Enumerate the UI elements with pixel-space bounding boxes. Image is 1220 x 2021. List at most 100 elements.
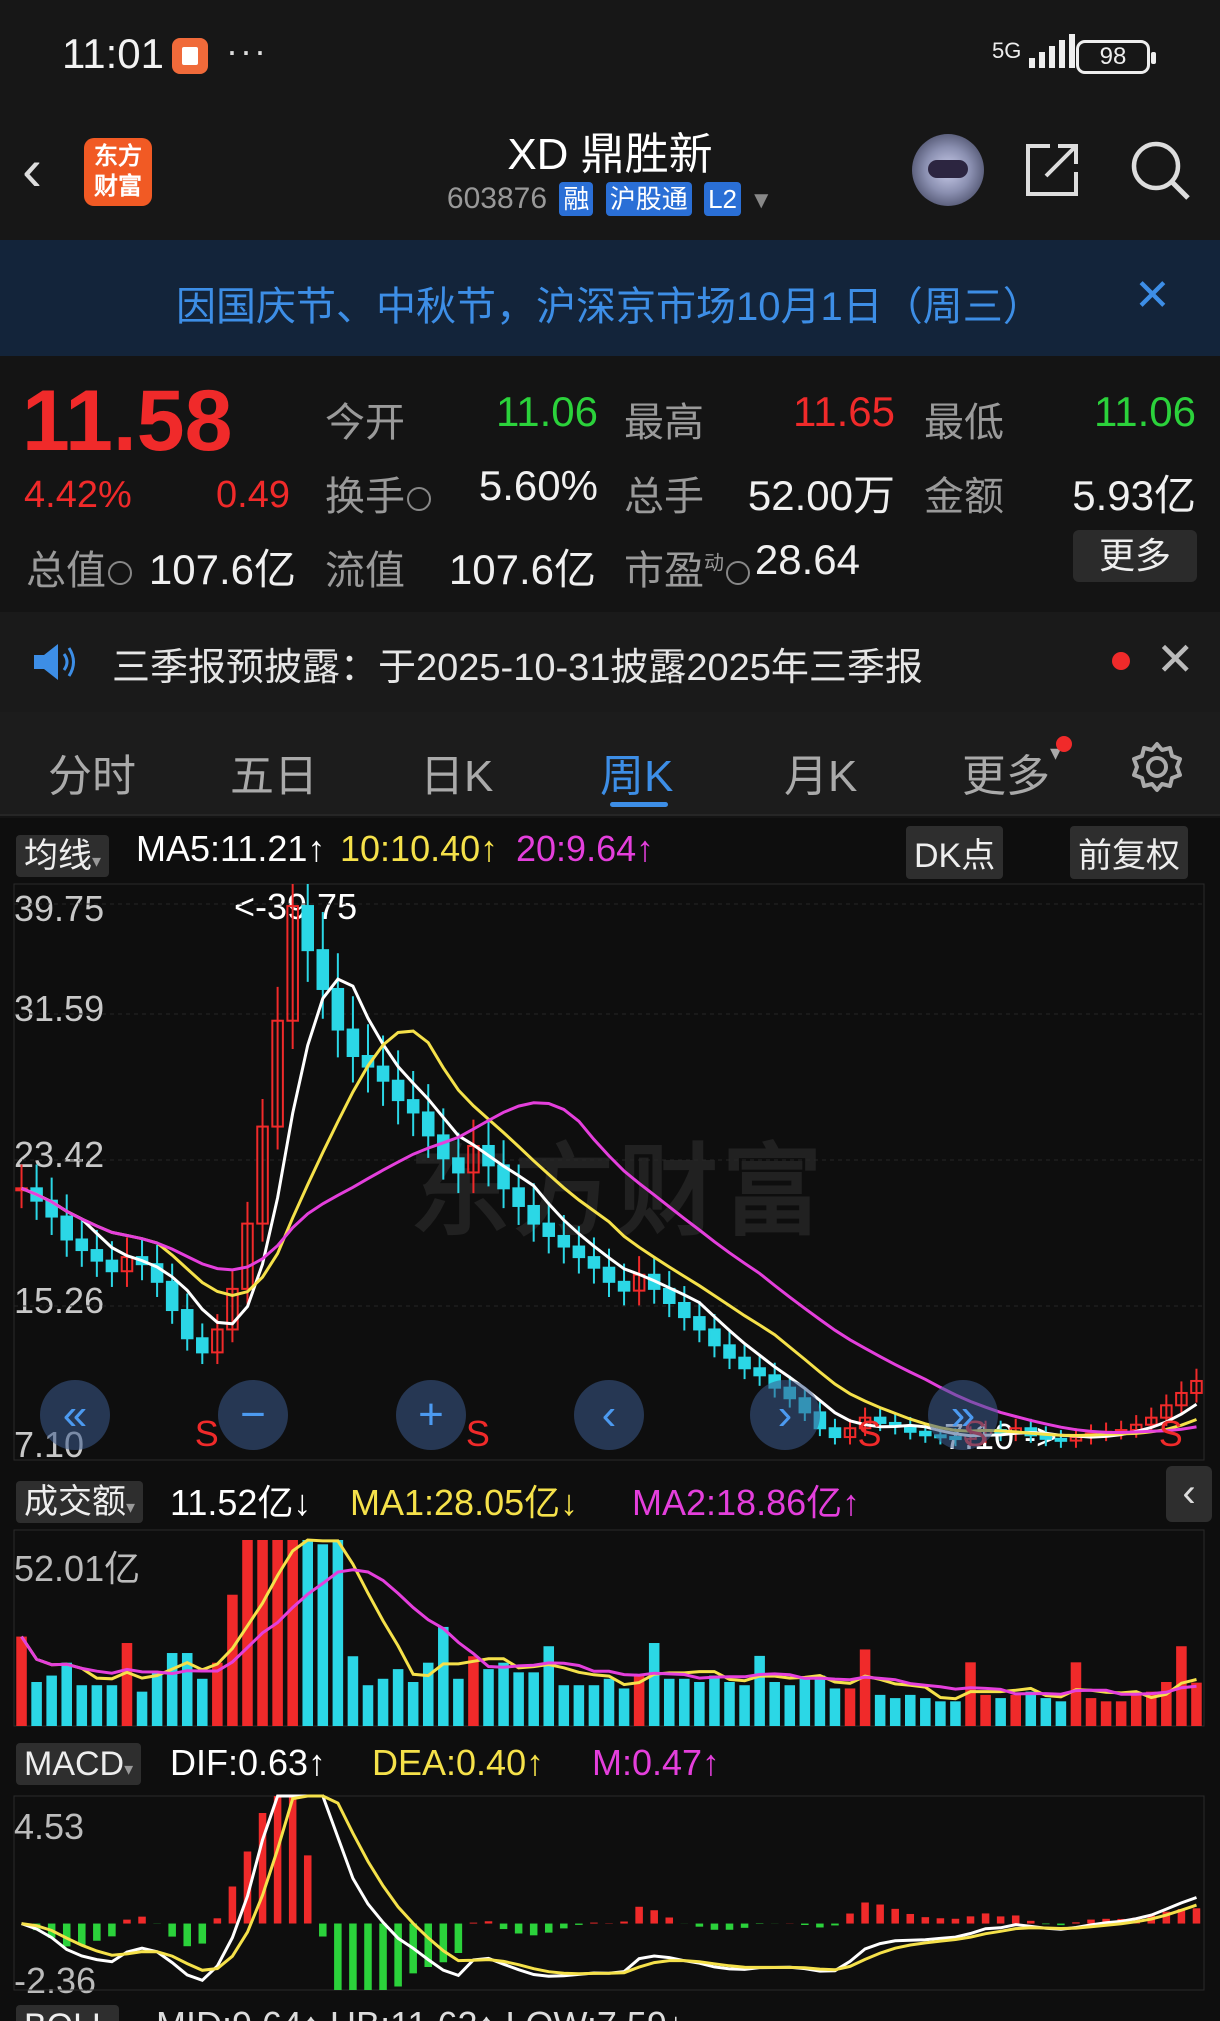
scroll-right-icon[interactable]: › <box>750 1380 820 1450</box>
volume-bar <box>799 1678 811 1726</box>
macd-dif-line <box>20 1794 1198 1983</box>
volume-bar <box>1161 1682 1172 1726</box>
volume-bar <box>61 1662 72 1726</box>
volume-bar <box>1025 1691 1037 1726</box>
candle-body <box>557 1234 571 1248</box>
candle-body <box>406 1099 420 1114</box>
candle-body <box>602 1266 616 1283</box>
volume-bar <box>935 1701 946 1726</box>
volume-bar <box>528 1672 539 1726</box>
volume-bar <box>513 1672 524 1726</box>
volume-bar <box>558 1685 570 1726</box>
candle-body <box>180 1309 194 1340</box>
volume-bar <box>1191 1682 1202 1726</box>
volume-bar <box>392 1669 404 1726</box>
candle-body <box>723 1344 736 1359</box>
volume-bar <box>618 1688 630 1726</box>
volume-bar <box>31 1682 42 1726</box>
zoom-in-icon[interactable]: + <box>396 1380 466 1450</box>
volume-bar <box>874 1694 886 1726</box>
candle-body <box>346 1028 360 1058</box>
ma5-line <box>20 977 1198 1439</box>
candle-body <box>919 1430 932 1437</box>
volume-bar <box>106 1685 118 1726</box>
volume-bar <box>543 1646 555 1726</box>
volume-bar <box>76 1685 88 1726</box>
volume-bar <box>166 1653 178 1726</box>
candle-body <box>572 1245 586 1259</box>
volume-bar <box>980 1694 991 1726</box>
volume-bar <box>287 1540 298 1726</box>
volume-bar <box>739 1685 750 1726</box>
volume-bar <box>468 1656 479 1726</box>
volume-bar <box>1040 1698 1052 1726</box>
volume-bar <box>377 1678 389 1726</box>
candle-body <box>196 1337 209 1354</box>
sell-signal: S <box>195 1413 219 1454</box>
candle-body <box>587 1256 601 1269</box>
volume-bar <box>197 1678 208 1726</box>
volume-bar <box>332 1540 344 1726</box>
volume-bar <box>573 1685 585 1726</box>
candle-body <box>753 1367 766 1377</box>
candle-body <box>903 1425 917 1433</box>
candle-body <box>165 1280 179 1312</box>
candle-body <box>316 949 330 990</box>
volume-bar <box>1115 1701 1127 1726</box>
volume-ma-line <box>20 1538 1197 1701</box>
volume-bar <box>663 1678 675 1726</box>
candle-body <box>678 1301 691 1319</box>
candle-body <box>512 1187 525 1207</box>
volume-bar <box>16 1636 27 1726</box>
candle-body <box>437 1134 450 1160</box>
candle-body <box>90 1249 104 1262</box>
sell-signal: S <box>858 1413 882 1454</box>
volume-bar <box>317 1544 329 1726</box>
scroll-left-icon[interactable]: ‹ <box>574 1380 644 1450</box>
volume-bar <box>453 1678 464 1726</box>
volume-bar <box>121 1643 133 1726</box>
volume-bar <box>1055 1701 1067 1726</box>
volume-bar <box>648 1643 660 1726</box>
scroll-left-fast-icon[interactable]: « <box>40 1380 110 1450</box>
candle-body <box>75 1238 89 1252</box>
volume-bar <box>483 1669 494 1726</box>
macd-dea-line <box>21 1794 1197 1976</box>
volume-bar <box>709 1675 720 1726</box>
volume-bar <box>814 1675 826 1726</box>
volume-bar <box>694 1682 705 1726</box>
scroll-right-fast-icon[interactable]: » <box>928 1380 998 1450</box>
volume-bar <box>679 1678 690 1726</box>
candle-body <box>1054 1437 1068 1442</box>
volume-bar <box>995 1698 1006 1726</box>
volume-bar <box>1100 1701 1112 1726</box>
candle-body <box>617 1280 631 1292</box>
volume-bar <box>136 1691 148 1726</box>
candle-body <box>376 1065 390 1082</box>
candle-body <box>105 1259 119 1273</box>
candle-body <box>391 1079 405 1102</box>
volume-bar <box>1130 1694 1142 1726</box>
volume-bar <box>91 1685 103 1726</box>
volume-bar <box>362 1685 374 1726</box>
kline-chart[interactable]: SSSSS <box>0 0 1220 2021</box>
kline-frame <box>13 883 1205 1461</box>
candle-body <box>301 905 315 952</box>
volume-bar <box>588 1685 600 1726</box>
volume-bar <box>1085 1698 1097 1726</box>
volume-bar <box>724 1682 735 1726</box>
volume-bar <box>1010 1694 1021 1726</box>
volume-bar <box>784 1685 796 1726</box>
volume-bar <box>1070 1662 1082 1726</box>
candle-body <box>542 1222 556 1237</box>
volume-bar <box>46 1675 57 1726</box>
candle-body <box>693 1316 706 1331</box>
candle-body <box>452 1157 465 1174</box>
candle-body <box>738 1356 751 1370</box>
zoom-out-icon[interactable]: − <box>218 1380 288 1450</box>
volume-bar <box>407 1682 419 1726</box>
volume-bar <box>920 1698 931 1726</box>
volume-bar <box>498 1662 509 1726</box>
candle-body <box>421 1111 435 1137</box>
volume-bar <box>950 1701 961 1726</box>
